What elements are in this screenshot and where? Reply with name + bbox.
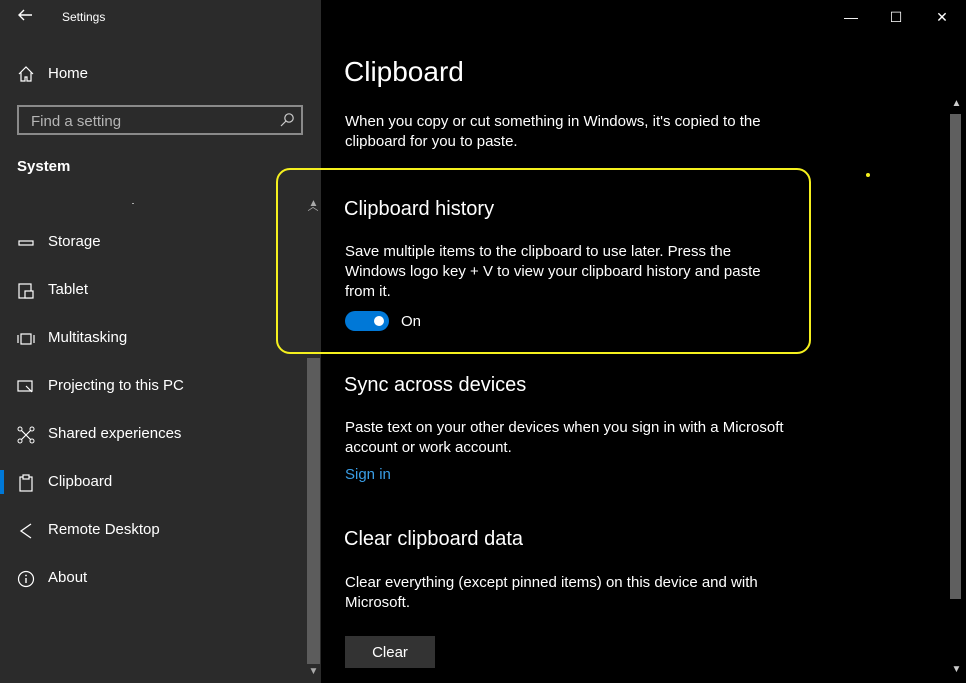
shared-experiences-icon <box>17 426 35 444</box>
main-scrollbar[interactable]: ▲ ▼ <box>947 96 966 683</box>
search-icon[interactable] <box>279 112 295 128</box>
partially-visible-item <box>17 196 137 204</box>
sidebar-item-shared-experiences[interactable]: Shared experiences <box>0 414 306 454</box>
sidebar-item-label: Multitasking <box>48 329 128 346</box>
sidebar-item-label: Shared experiences <box>48 425 182 442</box>
settings-window: Settings Home System Storage <box>0 0 966 683</box>
clear-button[interactable]: Clear <box>345 636 435 668</box>
clear-data-heading: Clear clipboard data <box>344 528 523 550</box>
sidebar-item-home[interactable]: Home <box>0 58 321 90</box>
close-button[interactable]: ✕ <box>929 6 955 28</box>
sidebar-item-label: About <box>48 569 88 586</box>
annotation-dot <box>866 173 870 177</box>
sign-in-link[interactable]: Sign in <box>345 466 391 483</box>
page-title: Clipboard <box>344 56 464 87</box>
home-label: Home <box>48 65 89 82</box>
sidebar-item-label: Storage <box>48 233 101 250</box>
scrollbar-thumb[interactable] <box>307 358 320 664</box>
sidebar-item-storage[interactable]: Storage <box>0 222 306 262</box>
sidebar: Settings Home System Storage <box>0 0 321 683</box>
sidebar-item-label: Projecting to this PC <box>48 377 184 394</box>
search-box <box>17 105 303 135</box>
scroll-up-icon[interactable]: ▲ <box>950 98 963 110</box>
clipboard-icon <box>17 474 35 492</box>
sidebar-item-projecting[interactable]: Projecting to this PC <box>0 366 306 406</box>
sidebar-item-about[interactable]: About <box>0 558 306 598</box>
remote-desktop-icon <box>17 522 35 540</box>
intro-text: When you copy or cut something in Window… <box>345 113 761 150</box>
maximize-button[interactable]: ☐ <box>883 6 909 28</box>
projecting-icon <box>17 378 35 396</box>
title-bar: Settings <box>0 0 321 34</box>
minimize-button[interactable]: — <box>838 6 864 28</box>
section-heading-system: System <box>17 158 71 175</box>
multitasking-icon <box>17 330 35 348</box>
sidebar-item-multitasking[interactable]: Multitasking <box>0 318 306 358</box>
storage-icon <box>17 234 35 252</box>
sidebar-item-tablet[interactable]: Tablet <box>0 270 306 310</box>
highlight-annotation <box>276 168 811 354</box>
back-arrow-icon[interactable] <box>14 6 36 28</box>
sync-description: Paste text on your other devices when yo… <box>345 419 784 456</box>
scrollbar-thumb[interactable] <box>950 114 961 599</box>
selection-indicator <box>0 470 4 494</box>
scroll-down-icon[interactable]: ▼ <box>306 666 321 678</box>
home-icon <box>17 65 35 83</box>
sidebar-item-label: Remote Desktop <box>48 521 160 538</box>
clear-data-description: Clear everything (except pinned items) o… <box>345 574 758 611</box>
app-title: Settings <box>62 10 106 24</box>
sidebar-item-label: Tablet <box>48 281 89 298</box>
sync-heading: Sync across devices <box>344 374 527 396</box>
sidebar-item-remote-desktop[interactable]: Remote Desktop <box>0 510 306 550</box>
search-input[interactable] <box>29 111 273 131</box>
tablet-icon <box>17 282 35 300</box>
scroll-down-icon[interactable]: ▼ <box>950 664 963 676</box>
sidebar-item-clipboard[interactable]: Clipboard <box>0 462 306 502</box>
sidebar-item-label: Clipboard <box>48 473 113 490</box>
info-icon <box>17 570 35 588</box>
